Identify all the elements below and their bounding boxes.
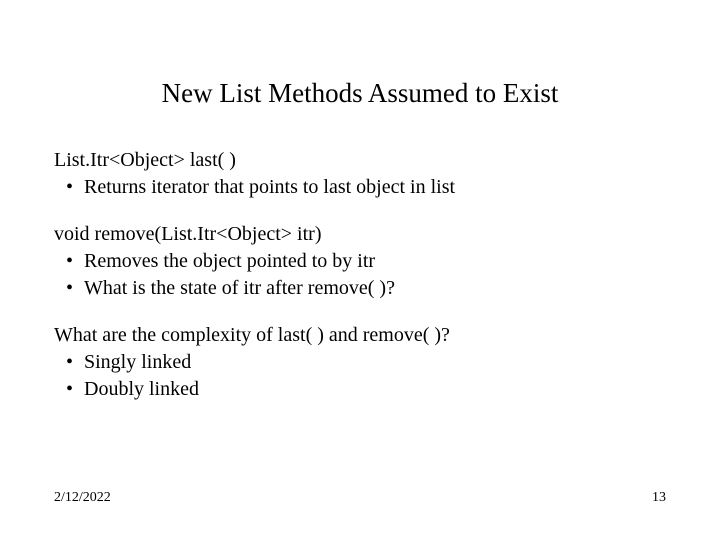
section-2-lead: void remove(List.Itr<Object> itr) bbox=[54, 222, 666, 247]
section-3-bullets: Singly linked Doubly linked bbox=[54, 350, 666, 402]
section-3: What are the complexity of last( ) and r… bbox=[54, 323, 666, 402]
bullet-item: Returns iterator that points to last obj… bbox=[84, 175, 666, 200]
slide-body: List.Itr<Object> last( ) Returns iterato… bbox=[54, 148, 666, 424]
footer-date: 2/12/2022 bbox=[54, 490, 111, 506]
section-3-lead: What are the complexity of last( ) and r… bbox=[54, 323, 666, 348]
section-1-bullets: Returns iterator that points to last obj… bbox=[54, 175, 666, 200]
section-1: List.Itr<Object> last( ) Returns iterato… bbox=[54, 148, 666, 200]
bullet-item: Doubly linked bbox=[84, 377, 666, 402]
slide-title: New List Methods Assumed to Exist bbox=[0, 78, 720, 109]
section-1-lead: List.Itr<Object> last( ) bbox=[54, 148, 666, 173]
footer-page-number: 13 bbox=[652, 490, 666, 506]
bullet-item: Singly linked bbox=[84, 350, 666, 375]
bullet-item: Removes the object pointed to by itr bbox=[84, 249, 666, 274]
slide: New List Methods Assumed to Exist List.I… bbox=[0, 0, 720, 540]
bullet-item: What is the state of itr after remove( )… bbox=[84, 276, 666, 301]
section-2: void remove(List.Itr<Object> itr) Remove… bbox=[54, 222, 666, 301]
section-2-bullets: Removes the object pointed to by itr Wha… bbox=[54, 249, 666, 301]
